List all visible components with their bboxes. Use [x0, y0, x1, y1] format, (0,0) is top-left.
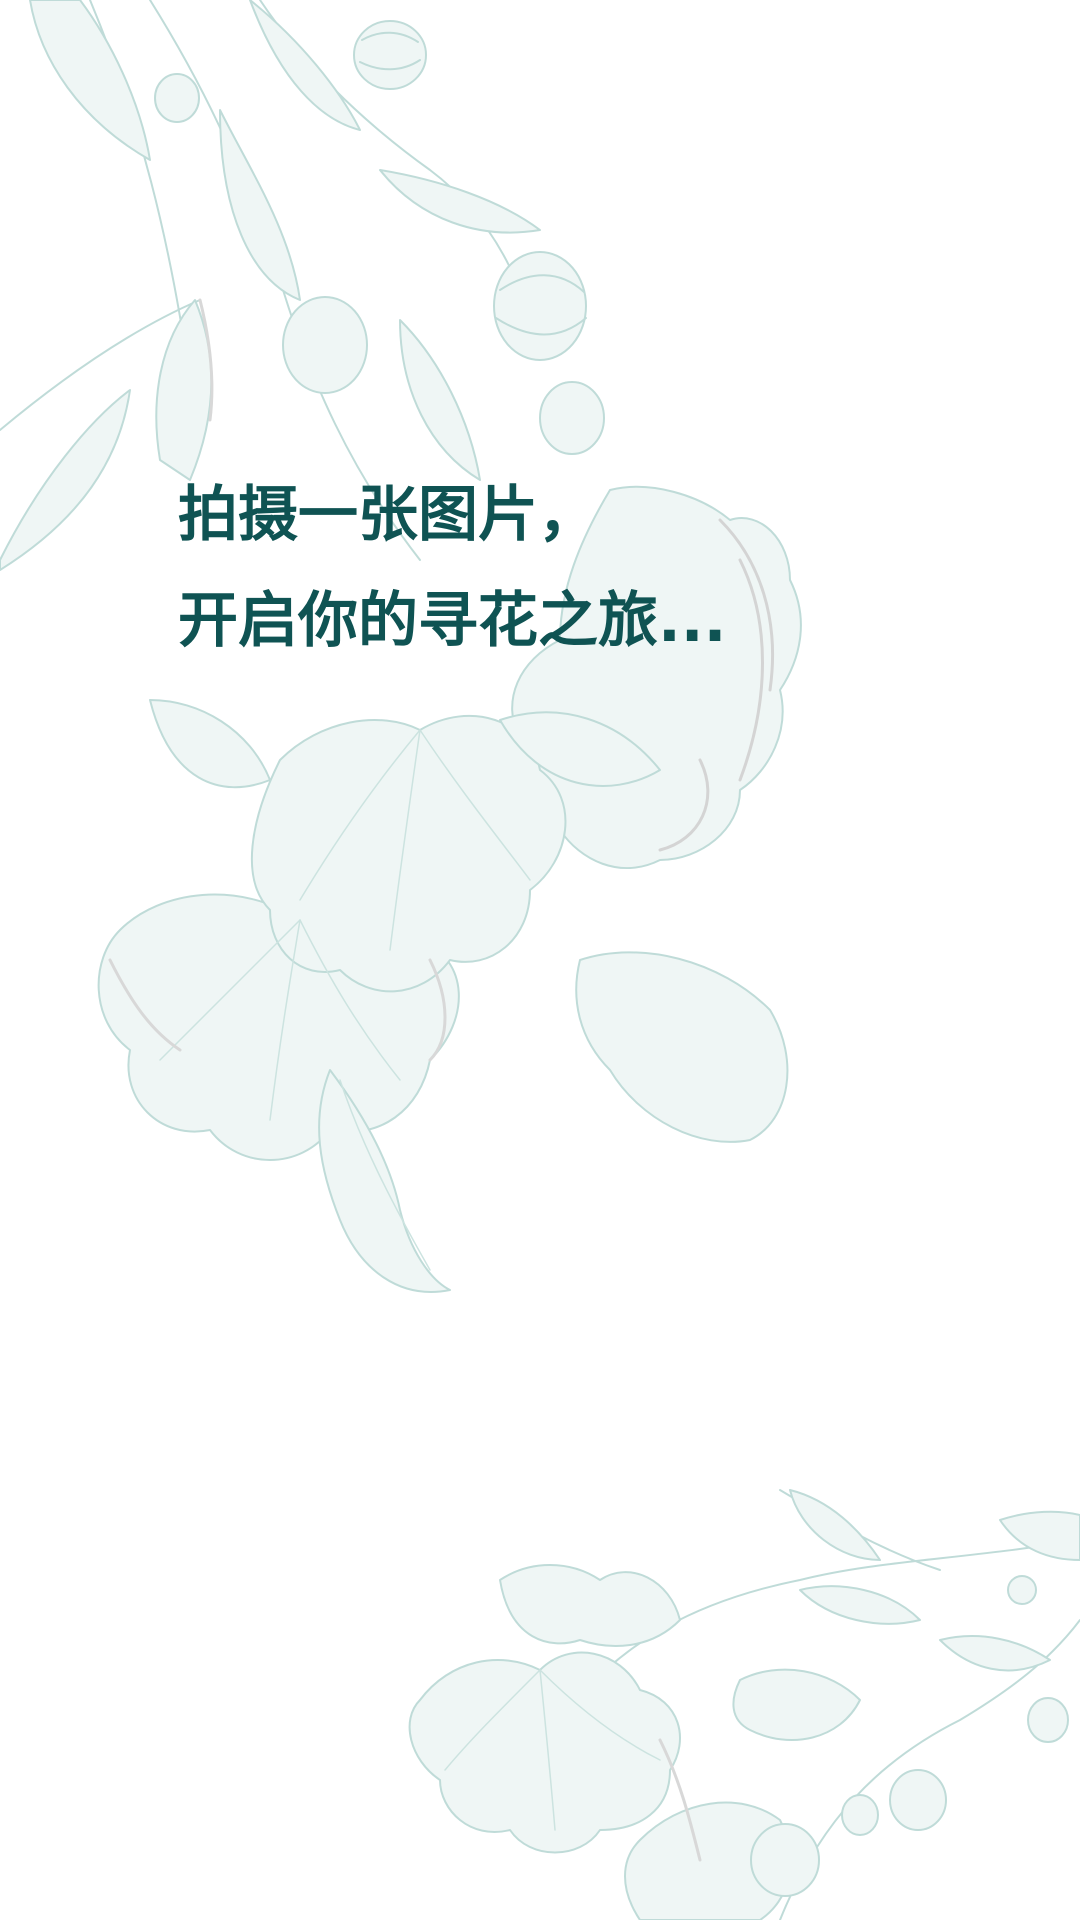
floral-background-illustration [0, 0, 1080, 1920]
headline-line-2: 开启你的寻花之旅... [178, 586, 727, 656]
splash-headline: 拍摄一张图片， 开启你的寻花之旅... [178, 462, 726, 674]
splash-screen: 拍摄一张图片， 开启你的寻花之旅... [0, 0, 1080, 1920]
headline-line-1: 拍摄一张图片， [178, 480, 598, 550]
